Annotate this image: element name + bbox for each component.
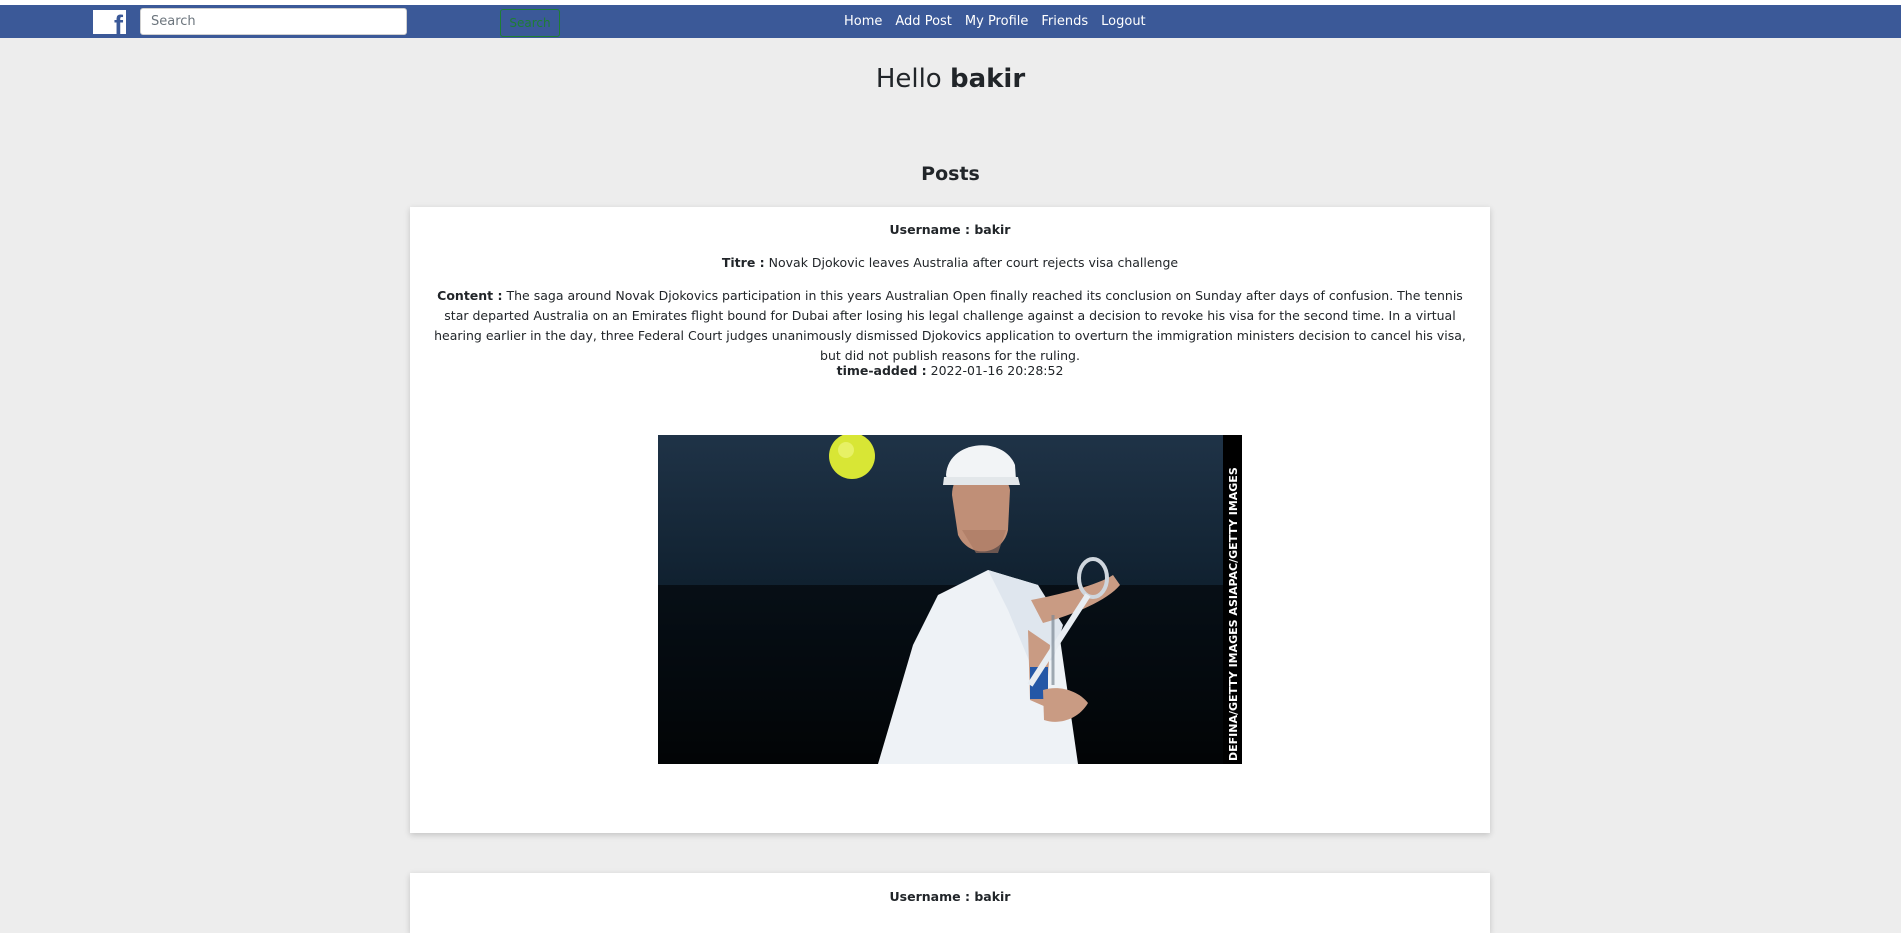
nav-links: Home Add Post My Profile Friends Logout: [844, 5, 1146, 38]
post-title-row: Titre : Novak Djokovic leaves Australia …: [410, 253, 1490, 273]
greeting-username: bakir: [949, 64, 1026, 94]
facebook-f-icon[interactable]: f: [93, 10, 126, 39]
nav-link-home[interactable]: Home: [844, 14, 882, 29]
navbar: f Search Home Add Post My Profile Friend…: [0, 5, 1901, 39]
post-title: Novak Djokovic leaves Australia after co…: [768, 255, 1179, 270]
nav-link-my-profile[interactable]: My Profile: [965, 14, 1028, 29]
post-time-added: 2022-01-16 20:28:52: [930, 363, 1064, 378]
post-username-row: Username : bakir: [410, 220, 1490, 240]
tennis-player-photo: DEFINA/GETTY IMAGES ASIAPAC/GETTY IMAGES: [658, 435, 1242, 764]
post-content-label: Content :: [437, 288, 503, 303]
post-content-row: Content : The saga around Novak Djokovic…: [425, 286, 1475, 366]
search-input[interactable]: [140, 8, 407, 35]
nav-link-add-post[interactable]: Add Post: [895, 14, 952, 29]
image-credit: DEFINA/GETTY IMAGES ASIAPAC/GETTY IMAGES: [1227, 467, 1240, 761]
post-title-label: Titre :: [721, 255, 765, 270]
nav-link-logout[interactable]: Logout: [1101, 14, 1146, 29]
post-card: Username : bakir: [410, 873, 1490, 933]
nav-link-friends[interactable]: Friends: [1041, 14, 1088, 29]
post-username-row: Username : bakir: [410, 887, 1490, 907]
post-card: Username : bakir Titre : Novak Djokovic …: [410, 207, 1490, 833]
greeting-heading: Hello bakir: [0, 64, 1901, 94]
post-image: DEFINA/GETTY IMAGES ASIAPAC/GETTY IMAGES: [658, 435, 1242, 764]
posts-heading: Posts: [921, 163, 980, 185]
greeting-prefix: Hello: [875, 64, 942, 94]
post-username: bakir: [974, 889, 1011, 904]
post-username-label: Username :: [889, 222, 970, 237]
post-username: bakir: [974, 222, 1011, 237]
post-username-label: Username :: [889, 889, 970, 904]
post-content: The saga around Novak Djokovics particip…: [434, 288, 1466, 363]
search-button[interactable]: Search: [500, 9, 560, 37]
post-time-label: time-added :: [836, 363, 927, 378]
post-time-row: time-added : 2022-01-16 20:28:52: [410, 361, 1490, 381]
